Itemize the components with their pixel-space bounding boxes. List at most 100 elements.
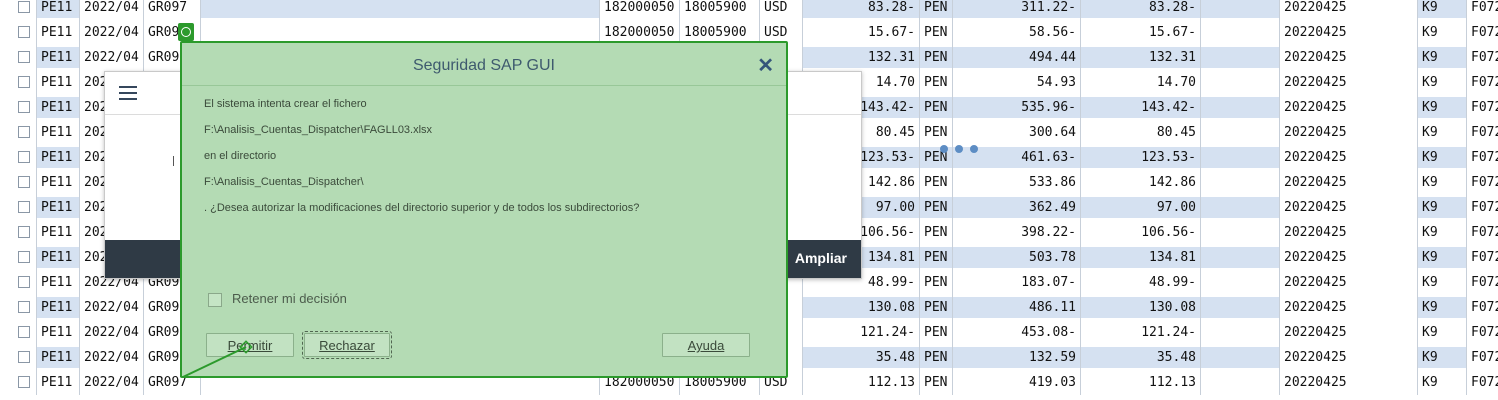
table-cell: K9 (1422, 225, 1438, 240)
table-cell (1201, 172, 1279, 193)
table-cell: 494.44 (953, 47, 1080, 68)
row-select-checkbox[interactable] (18, 251, 30, 263)
table-cell: 132.31 (1081, 47, 1200, 68)
row-select-checkbox[interactable] (18, 276, 30, 288)
table-cell: 20220425 (1284, 0, 1347, 15)
table-cell: 20220425 (1284, 325, 1347, 340)
table-cell: 35.48 (1081, 347, 1200, 368)
table-cell: PEN (924, 75, 948, 90)
table-cell: 106.56- (1141, 225, 1196, 240)
row-select-checkbox[interactable] (18, 351, 30, 363)
table-cell: K9 (1418, 97, 1466, 118)
table-cell: 2022/04 (84, 25, 139, 40)
table-cell: 535.96- (953, 97, 1080, 118)
table-cell: F072 (1471, 225, 1498, 240)
row-select-checkbox[interactable] (18, 201, 30, 213)
deny-button[interactable]: Rechazar (302, 331, 392, 359)
hamburger-menu-icon[interactable] (119, 86, 137, 100)
table-cell: F072 (1471, 25, 1498, 40)
table-cell: PE11 (37, 47, 79, 68)
table-cell: 14.70 (1156, 75, 1196, 90)
row-select-checkbox[interactable] (18, 326, 30, 338)
table-cell: K9 (1418, 197, 1466, 218)
table-cell: 419.03 (1029, 375, 1076, 390)
table-cell: 83.28- (803, 0, 919, 18)
table-cell: USD (764, 25, 788, 40)
table-cell: 142.86 (1149, 175, 1196, 190)
table-cell: 2022/04 (84, 325, 139, 340)
column-divider (1200, 0, 1201, 395)
table-cell: 486.11 (953, 297, 1080, 318)
table-cell: 121.24- (1141, 325, 1196, 340)
table-cell: 311.22- (953, 0, 1080, 18)
row-select-checkbox[interactable] (18, 151, 30, 163)
table-cell: 20220425 (1284, 100, 1347, 115)
table-cell: K9 (1418, 147, 1466, 168)
table-cell: PE11 (41, 225, 73, 240)
row-select-checkbox[interactable] (18, 301, 30, 313)
table-cell: 182000050 (604, 0, 675, 15)
column-divider (1466, 0, 1467, 395)
message-line: El sistema intenta crear el fichero (204, 98, 367, 110)
table-cell (1201, 72, 1279, 93)
table-cell: 2022/04 (84, 350, 139, 365)
retain-decision-checkbox[interactable]: Retener mi decisión (208, 291, 347, 307)
table-cell (1201, 347, 1279, 368)
table-cell: 15.67- (1149, 25, 1196, 40)
table-cell: 20220425 (1284, 350, 1347, 365)
table-cell: 20220425 (1284, 250, 1347, 265)
table-cell: PE11 (37, 297, 79, 318)
checkbox-icon[interactable] (208, 292, 222, 307)
table-row[interactable]: PE11 2022/04 GR097 182000050 18005900 USD 83.2… (0, 0, 1498, 20)
row-select-checkbox[interactable] (18, 176, 30, 188)
table-cell: 54.93 (1036, 75, 1076, 90)
table-cell: PE11 (37, 347, 79, 368)
table-cell: 20220425 (1284, 300, 1347, 315)
row-select-checkbox[interactable] (18, 76, 30, 88)
table-cell: 20220425 (1284, 25, 1347, 40)
table-cell: F072 (1471, 0, 1498, 15)
table-cell: 20220425 (1284, 225, 1347, 240)
table-cell (1201, 22, 1279, 43)
row-select-checkbox[interactable] (18, 126, 30, 138)
table-cell (1201, 222, 1279, 243)
table-cell: USD (764, 0, 788, 15)
table-cell: 112.13 (1149, 375, 1196, 390)
table-cell: F072 (1471, 100, 1498, 115)
allow-button[interactable]: Permitir (206, 333, 294, 357)
table-cell: F072 (1471, 350, 1498, 365)
row-select-checkbox[interactable] (18, 101, 30, 113)
table-cell: 20220425 (1284, 375, 1347, 390)
table-cell: 80.45 (1156, 125, 1196, 140)
file-path: F:\Analisis_Cuentas_Dispatcher\FAGLL03.x… (204, 124, 433, 136)
row-select-checkbox[interactable] (18, 376, 30, 388)
table-cell: F072 (1471, 275, 1498, 290)
table-cell: 35.48 (803, 347, 919, 368)
table-cell: F072 (1471, 375, 1498, 390)
table-cell: K9 (1422, 175, 1438, 190)
close-icon[interactable]: ✕ (757, 53, 774, 78)
row-select-checkbox[interactable] (18, 226, 30, 238)
table-cell: PEN (920, 0, 952, 18)
sap-gui-security-dialog: Seguridad SAP GUI ✕ El sistema intenta c… (180, 41, 788, 378)
table-cell: K9 (1422, 275, 1438, 290)
table-cell (201, 22, 599, 43)
table-cell: 398.22- (1021, 225, 1076, 240)
table-cell: F072 (1471, 75, 1498, 90)
row-select-checkbox[interactable] (18, 1, 30, 13)
ampliar-button[interactable]: Ampliar (795, 250, 847, 266)
table-cell: PEN (920, 297, 952, 318)
table-cell: 132.59 (953, 347, 1080, 368)
table-cell: PEN (920, 47, 952, 68)
help-button[interactable]: Ayuda (662, 333, 750, 357)
table-cell: PEN (924, 175, 948, 190)
table-cell: PE11 (41, 325, 73, 340)
table-cell: 20220425 (1284, 175, 1347, 190)
table-cell (1201, 297, 1279, 318)
table-cell: F072 (1471, 300, 1498, 315)
retain-decision-label: Retener mi decisión (232, 291, 347, 306)
table-cell: K9 (1418, 297, 1466, 318)
row-select-checkbox[interactable] (18, 26, 30, 38)
table-cell: K9 (1422, 125, 1438, 140)
row-select-checkbox[interactable] (18, 51, 30, 63)
